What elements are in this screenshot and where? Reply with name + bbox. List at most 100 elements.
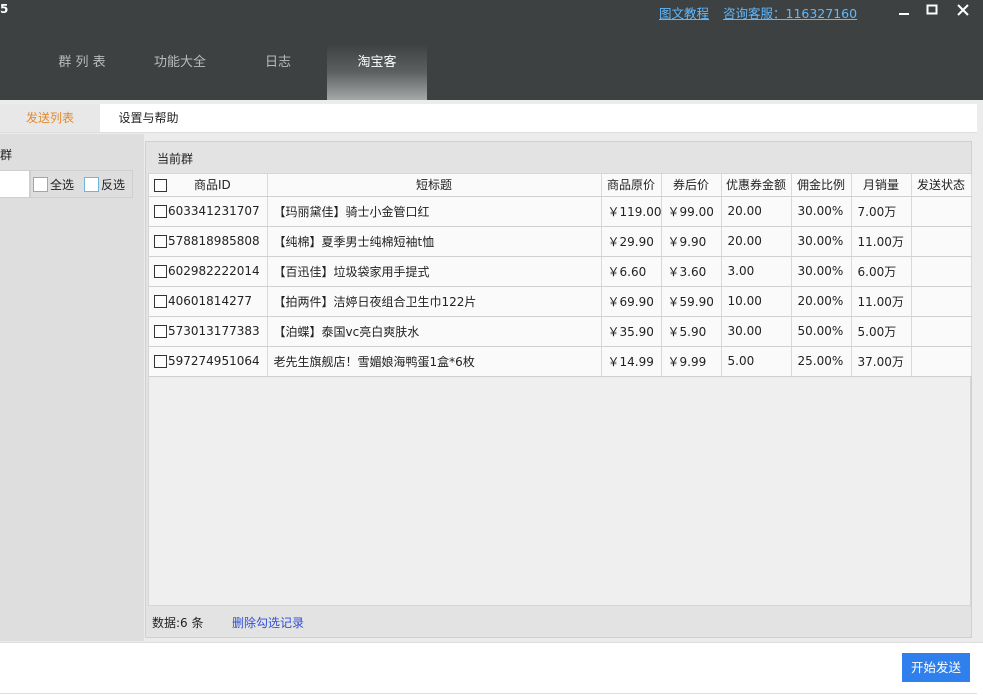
maximize-button[interactable] <box>917 0 947 20</box>
cell-coupon-price: ￥3.60 <box>661 256 722 287</box>
header-select-checkbox[interactable] <box>154 179 167 193</box>
cell-original-price: ￥35.90 <box>601 316 662 347</box>
cell-short-title: 【拍两件】洁婷日夜组合卫生巾122片 <box>267 286 602 317</box>
cell-coupon-price: ￥99.00 <box>661 196 722 227</box>
cell-send-status <box>911 256 972 287</box>
maximize-icon <box>926 4 938 15</box>
cell-commission: 30.00% <box>791 256 852 287</box>
cell-commission: 30.00% <box>791 226 852 257</box>
cell-monthly-sales: 11.00万 <box>851 286 912 317</box>
header-commission[interactable]: 佣金比例 <box>791 174 852 197</box>
grid-footer: 数据:6 条 删除勾选记录 <box>148 608 971 636</box>
header-product-id[interactable]: 商品ID <box>149 174 268 197</box>
invert-select-option[interactable]: 反选 <box>84 176 125 193</box>
tutorial-link[interactable]: 图文教程 <box>659 3 709 22</box>
cell-coupon-amount: 30.00 <box>721 316 792 347</box>
cell-product-id: 602982222014 <box>149 256 268 287</box>
cell-send-status <box>911 286 972 317</box>
cell-product-id: 578818985808 <box>149 226 268 257</box>
cell-send-status <box>911 226 972 257</box>
tab-log[interactable]: 日志 <box>240 44 316 100</box>
app-title: 5 <box>0 2 9 16</box>
cell-original-price: ￥14.99 <box>601 346 662 377</box>
delete-selected-link[interactable]: 删除勾选记录 <box>232 614 304 631</box>
cell-product-id: 597274951064 <box>149 346 268 377</box>
cell-monthly-sales: 37.00万 <box>851 346 912 377</box>
minimize-button[interactable] <box>889 0 919 20</box>
cell-original-price: ￥119.00 <box>601 196 662 227</box>
cell-commission: 50.00% <box>791 316 852 347</box>
cell-short-title: 【百迅佳】垃圾袋家用手提式 <box>267 256 602 287</box>
cell-coupon-price: ￥5.90 <box>661 316 722 347</box>
start-send-button[interactable]: 开始发送 <box>902 653 970 682</box>
current-group-title: 当前群 <box>157 152 194 166</box>
table-row[interactable]: 578818985808 【纯棉】夏季男士纯棉短袖t恤 ￥29.90 ￥9.90… <box>149 226 972 257</box>
cell-short-title: 【纯棉】夏季男士纯棉短袖t恤 <box>267 226 602 257</box>
cell-coupon-price: ￥59.90 <box>661 286 722 317</box>
support-link[interactable]: 咨询客服：116327160 <box>723 3 857 22</box>
row-checkbox[interactable] <box>154 325 167 338</box>
cell-monthly-sales: 5.00万 <box>851 316 912 347</box>
cell-coupon-amount: 10.00 <box>721 286 792 317</box>
invert-select-checkbox[interactable] <box>84 177 99 192</box>
cell-product-id: 40601814277 <box>149 286 268 317</box>
select-all-label: 全选 <box>50 178 75 192</box>
left-panel-title: 群 <box>0 148 13 162</box>
table-row[interactable]: 602982222014 【百迅佳】垃圾袋家用手提式 ￥6.60 ￥3.60 3… <box>149 256 972 287</box>
invert-select-label: 反选 <box>101 178 126 192</box>
table-row[interactable]: 603341231707 【玛丽黛佳】骑士小金管口红 ￥119.00 ￥99.0… <box>149 196 972 227</box>
select-all-option[interactable]: 全选 <box>33 176 74 193</box>
cell-original-price: ￥29.90 <box>601 226 662 257</box>
record-count: 数据:6 条 <box>152 616 204 630</box>
cell-monthly-sales: 6.00万 <box>851 256 912 287</box>
table-row[interactable]: 597274951064 老先生旗舰店！雪媚娘海鸭蛋1盒*6枚 ￥14.99 ￥… <box>149 346 972 377</box>
cell-coupon-amount: 5.00 <box>721 346 792 377</box>
cell-original-price: ￥6.60 <box>601 256 662 287</box>
row-checkbox[interactable] <box>154 355 167 368</box>
cell-commission: 20.00% <box>791 286 852 317</box>
cell-short-title: 【玛丽黛佳】骑士小金管口红 <box>267 196 602 227</box>
close-icon <box>957 4 969 16</box>
header-original-price[interactable]: 商品原价 <box>601 174 662 197</box>
cell-send-status <box>911 346 972 377</box>
tab-settings-help[interactable]: 设置与帮助 <box>100 104 197 132</box>
divider <box>0 693 977 694</box>
cell-commission: 25.00% <box>791 346 852 377</box>
cell-monthly-sales: 7.00万 <box>851 196 912 227</box>
header-coupon-amount[interactable]: 优惠券金额 <box>721 174 792 197</box>
group-search-input[interactable] <box>0 170 30 198</box>
row-checkbox[interactable] <box>154 295 167 308</box>
tab-features[interactable]: 功能大全 <box>142 44 218 100</box>
header-coupon-price[interactable]: 券后价 <box>661 174 722 197</box>
product-grid: 商品ID 短标题 商品原价 券后价 优惠券金额 佣金比例 月销量 发送状态 60… <box>148 173 972 606</box>
title-bar: 5 图文教程 咨询客服：116327160 群 列 表 功能大全 日志 淘宝客 <box>0 0 983 100</box>
cell-product-id: 573013177383 <box>149 316 268 347</box>
cell-send-status <box>911 316 972 347</box>
tab-taobaoke[interactable]: 淘宝客 <box>327 44 427 100</box>
cell-coupon-amount: 3.00 <box>721 256 792 287</box>
tab-send-list[interactable]: 发送列表 <box>0 104 100 132</box>
cell-coupon-price: ￥9.99 <box>661 346 722 377</box>
row-checkbox[interactable] <box>154 265 167 278</box>
cell-original-price: ￥69.90 <box>601 286 662 317</box>
cell-monthly-sales: 11.00万 <box>851 226 912 257</box>
table-row[interactable]: 573013177383 【泊蝶】泰国vc亮白爽肤水 ￥35.90 ￥5.90 … <box>149 316 972 347</box>
cell-commission: 30.00% <box>791 196 852 227</box>
sub-tab-bar: 发送列表 设置与帮助 <box>0 104 977 133</box>
row-checkbox[interactable] <box>154 235 167 248</box>
header-short-title[interactable]: 短标题 <box>267 174 602 197</box>
cell-short-title: 【泊蝶】泰国vc亮白爽肤水 <box>267 316 602 347</box>
cell-short-title: 老先生旗舰店！雪媚娘海鸭蛋1盒*6枚 <box>267 346 602 377</box>
table-row[interactable]: 40601814277 【拍两件】洁婷日夜组合卫生巾122片 ￥69.90 ￥5… <box>149 286 972 317</box>
bottom-bar: 开始发送 <box>0 642 983 699</box>
cell-product-id: 603341231707 <box>149 196 268 227</box>
left-panel: 群 全选 反选 <box>0 134 144 641</box>
tab-group-list[interactable]: 群 列 表 <box>44 44 120 100</box>
row-checkbox[interactable] <box>154 205 167 218</box>
cell-coupon-amount: 20.00 <box>721 196 792 227</box>
header-send-status[interactable]: 发送状态 <box>911 174 972 197</box>
close-button[interactable] <box>948 0 978 20</box>
header-monthly-sales[interactable]: 月销量 <box>851 174 912 197</box>
table-header-row: 商品ID 短标题 商品原价 券后价 优惠券金额 佣金比例 月销量 发送状态 <box>149 174 972 197</box>
select-all-checkbox[interactable] <box>33 177 48 192</box>
